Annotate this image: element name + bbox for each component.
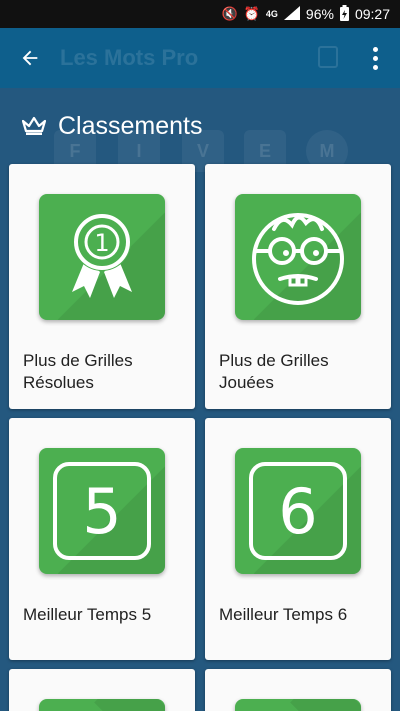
card-label: Plus de Grilles Jouées <box>219 351 329 392</box>
leaderboard-tile: 5 <box>39 448 165 574</box>
card-label: Plus de Grilles Résolues <box>23 351 133 392</box>
number-6-icon: 6 <box>249 462 347 560</box>
leaderboard-tile <box>235 699 361 711</box>
signal-icon <box>283 5 300 23</box>
leaderboard-card-grids-solved[interactable]: 1 Plus de Grilles Résolues <box>9 164 195 409</box>
leaderboard-card-grids-played[interactable]: Plus de Grilles Jouées <box>205 164 391 409</box>
clock: 09:27 <box>354 6 390 22</box>
battery-percent: 96% <box>305 6 334 22</box>
app-title: Les Mots Pro <box>60 45 199 70</box>
alarm-icon: ⏰ <box>243 6 260 21</box>
leaderboard-card-partial[interactable] <box>9 669 195 711</box>
arrow-back-icon <box>22 50 38 66</box>
ribbon-1-icon: 1 <box>72 213 132 298</box>
leaderboard-tile <box>235 194 361 320</box>
crown-icon <box>22 116 46 135</box>
status-bar: 🔇 ⏰ 4G 96% 09:27 <box>0 0 400 28</box>
back-button[interactable] <box>0 28 60 88</box>
app-bar: Les Mots Pro <box>0 28 400 88</box>
leaderboard-card-partial[interactable] <box>205 669 391 711</box>
more-vert-icon <box>372 46 378 52</box>
section-title: Classements <box>58 111 203 140</box>
number-5-icon: 5 <box>53 462 151 560</box>
leaderboard-tile: 6 <box>235 448 361 574</box>
section-header: Classements <box>22 108 203 144</box>
mute-icon: 🔇 <box>221 6 238 21</box>
leaderboard-tile <box>39 699 165 711</box>
share-icon <box>318 46 338 68</box>
more-options-button[interactable] <box>360 40 390 76</box>
card-label: Meilleur Temps 6 <box>219 605 348 624</box>
leaderboard-card-best-time-5[interactable]: 5 Meilleur Temps 5 <box>9 418 195 660</box>
battery-icon <box>339 4 349 24</box>
leaderboard-card-best-time-6[interactable]: 6 Meilleur Temps 6 <box>205 418 391 660</box>
nerd-face-icon <box>252 213 344 305</box>
svg-text:1: 1 <box>94 229 109 257</box>
card-label: Meilleur Temps 5 <box>23 605 152 624</box>
4g-icon: 4G <box>265 9 278 19</box>
leaderboard-tile: 1 <box>39 194 165 320</box>
